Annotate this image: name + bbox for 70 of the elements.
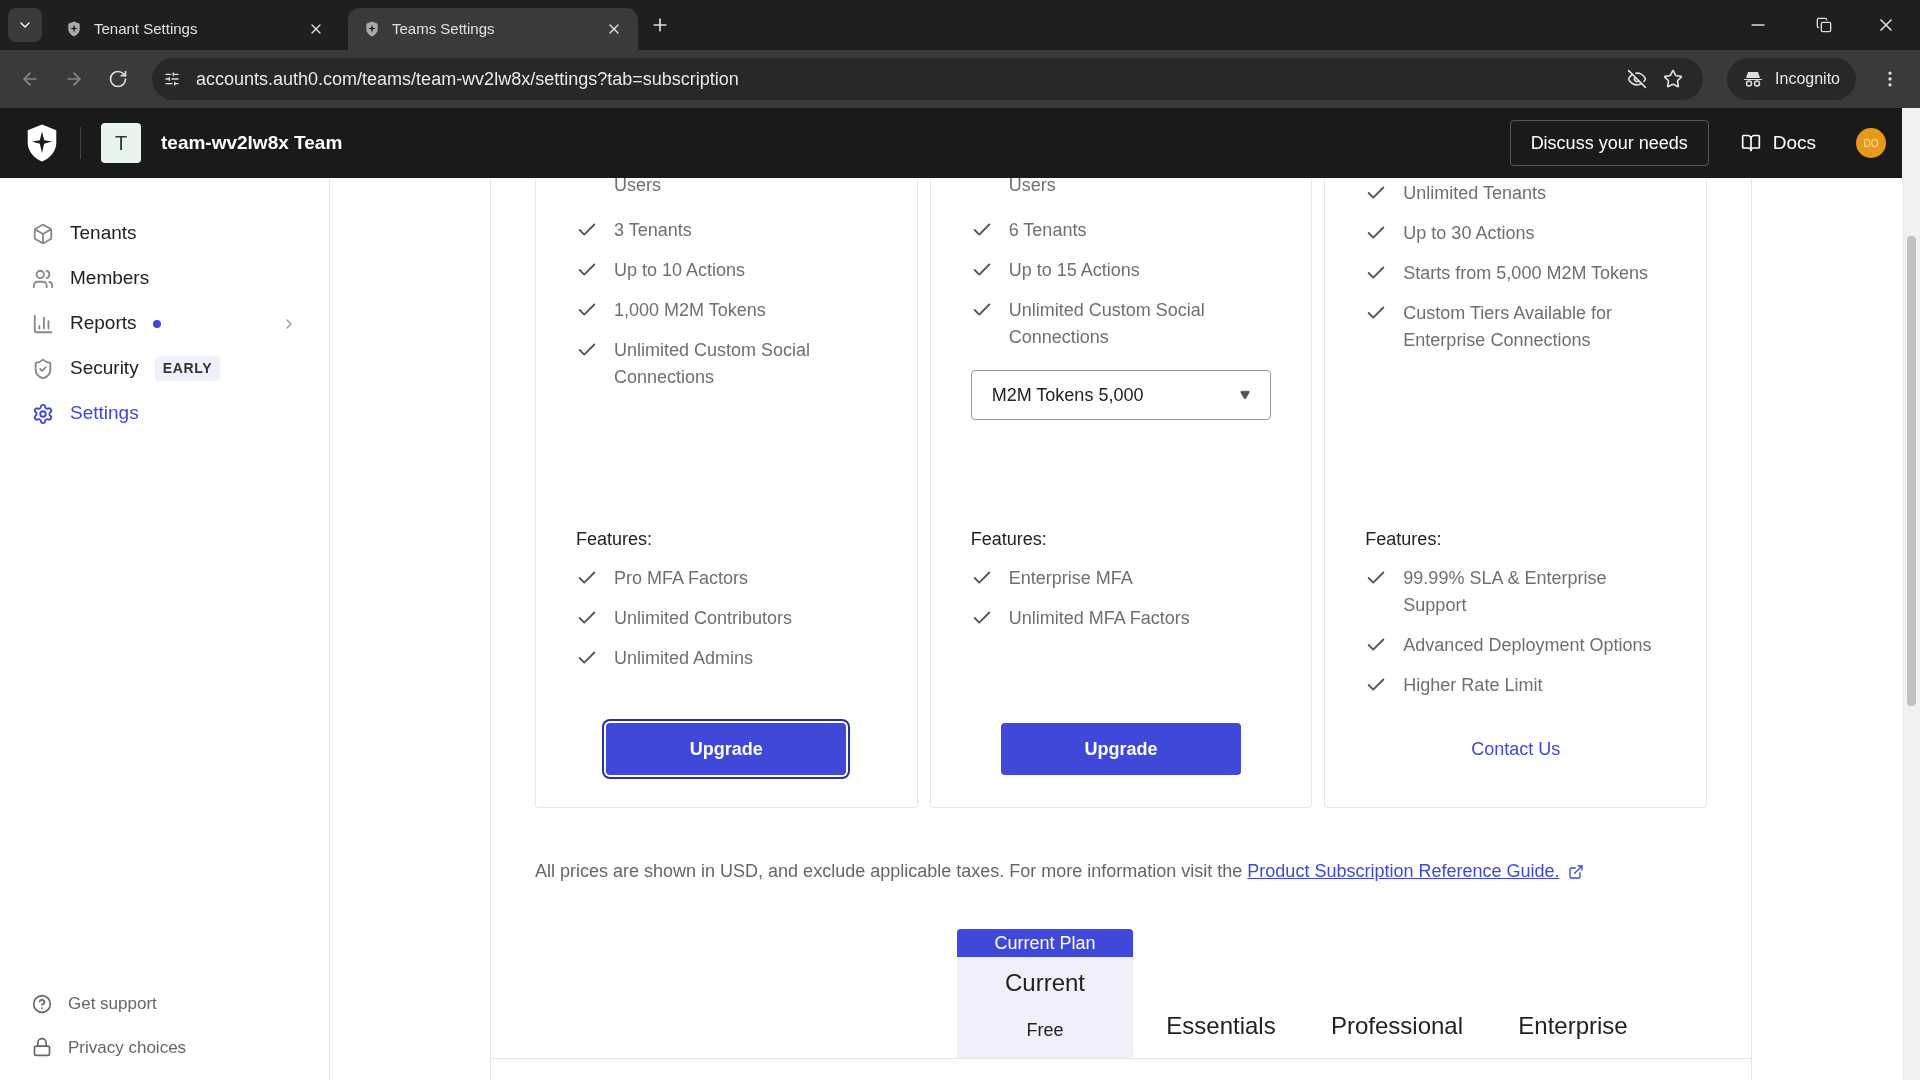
contact-link[interactable]: Contact Us (1471, 723, 1561, 775)
cube-icon (32, 222, 54, 245)
lock-icon (32, 1037, 52, 1058)
feature-text: 99.99% SLA & Enterprise Support (1403, 567, 1608, 617)
feature-text: 3 Tenants (614, 219, 692, 242)
feature-text: Unlimited Admins (614, 647, 754, 670)
docs-link[interactable]: Docs (1740, 128, 1816, 158)
people-icon (32, 267, 54, 290)
team-name[interactable]: team-wv2lw8x Team (161, 128, 343, 158)
favicon-icon (66, 21, 82, 37)
feature-text: Unlimited Custom Social Connections (1008, 299, 1206, 349)
plan-column-header: Professional (1329, 1011, 1465, 1041)
sidebar-item[interactable]: Tenants (32, 220, 297, 247)
feature-text: Custom Tiers Available for Enterprise Connections (1403, 302, 1614, 352)
help-icon (32, 993, 52, 1014)
feature-text: Up to 15 Actions (1008, 259, 1140, 282)
shield-icon (32, 357, 54, 380)
discuss-button[interactable]: Discuss your needs (1509, 120, 1709, 166)
favicon-icon (364, 21, 380, 37)
book-icon (1740, 133, 1761, 153)
features-label: Features: (576, 528, 654, 551)
incognito-icon (1743, 71, 1764, 87)
sidebar-item[interactable]: Reports (32, 310, 297, 337)
feature-text: Pro MFA Factors (614, 567, 749, 590)
features-label: Features: (970, 528, 1048, 551)
features-label: Features: (1365, 528, 1443, 551)
sidebar-item[interactable]: Security EARLY (32, 355, 297, 382)
upgrade-button[interactable]: Upgrade (1001, 723, 1241, 775)
tab-list-button[interactable] (8, 8, 42, 42)
feature-text: Users (1008, 174, 1056, 197)
sidebar-item[interactable]: Members (32, 265, 297, 292)
feature-text: Up to 10 Actions (614, 259, 746, 282)
incognito-chip[interactable]: Incognito (1727, 58, 1856, 100)
scrollbar[interactable] (1902, 108, 1920, 1080)
feature-text: Unlimited Custom Social Connections (614, 339, 812, 389)
bookmark-icon[interactable] (1663, 69, 1684, 89)
browser-tab[interactable]: Teams Settings (348, 8, 638, 50)
feature-text: Users (614, 174, 661, 197)
pricing-note: All prices are shown in USD, and exclude applicable taxes. For more information visit the (535, 861, 1244, 881)
feature-text: Enterprise MFA (1008, 567, 1133, 590)
feature-text: Unlimited MFA Factors (1008, 607, 1190, 630)
feature-text: Higher Rate Limit (1403, 674, 1543, 697)
feature-text: Up to 30 Actions (1403, 222, 1535, 245)
browser-tab[interactable]: Tenant Settings (50, 8, 340, 50)
feature-text: 6 Tenants (1008, 219, 1087, 242)
plan-column-header: Enterprise (1517, 1011, 1629, 1041)
feature-text: 1,000 M2M Tokens (614, 299, 766, 322)
footer-link[interactable]: Get support (32, 991, 297, 1017)
feature-text: Advanced Deployment Options (1403, 634, 1652, 657)
reload-icon[interactable] (108, 69, 128, 89)
caret-icon (1240, 390, 1251, 400)
reference-guide-link[interactable]: Product Subscription Reference Guide. (1247, 861, 1560, 881)
eye-off-icon[interactable] (1627, 69, 1648, 89)
feature-text: Unlimited Tenants (1403, 182, 1547, 205)
feature-text: Unlimited Contributors (614, 607, 793, 630)
site-settings-icon[interactable] (164, 71, 180, 87)
plan-column-header: Essentials (1165, 1011, 1277, 1041)
feature-text: Starts from 5,000 M2M Tokens (1403, 262, 1649, 285)
current-plan-badge: Current Plan (957, 929, 1133, 957)
token-select[interactable]: M2M Tokens 5,000 (970, 370, 1272, 420)
early-badge: EARLY (154, 356, 221, 381)
bar-chart-icon (32, 312, 54, 335)
plan-column-header: Current Plan Current Free (957, 929, 1133, 1058)
address-bar[interactable]: accounts.auth0.com/teams/team-wv2lw8x/settings?tab=subscription (152, 58, 1704, 100)
external-link-icon (1567, 864, 1584, 881)
restore-icon[interactable] (1816, 17, 1832, 33)
footer-link[interactable]: Privacy choices (32, 1034, 297, 1060)
sidebar-item[interactable]: Settings (32, 400, 297, 427)
settings-icon (32, 402, 54, 425)
team-avatar: T (101, 123, 141, 163)
